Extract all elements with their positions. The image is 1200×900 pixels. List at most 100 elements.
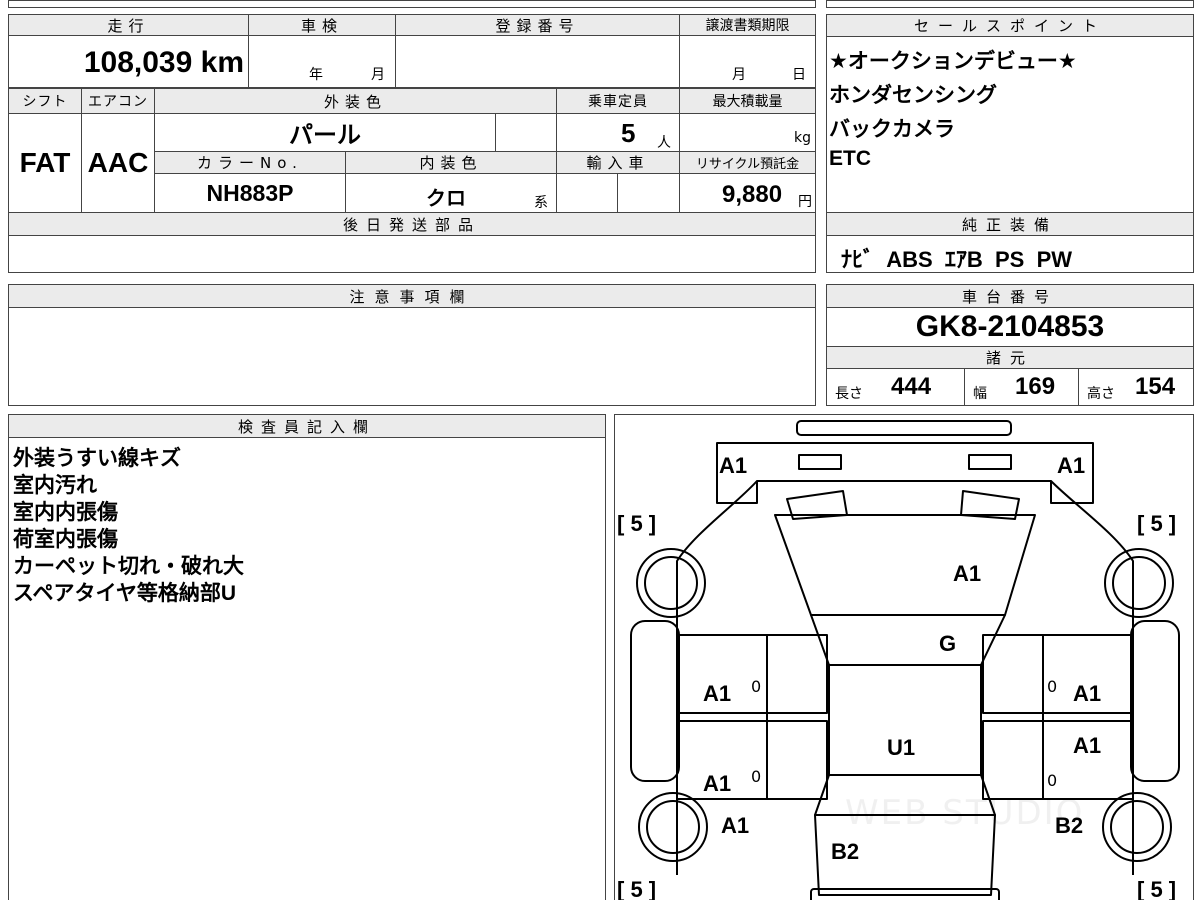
watermark: WEB STUDIO	[845, 793, 1085, 833]
specs-header: 諸元	[826, 346, 1194, 369]
exterior-color-header: 外装色	[154, 88, 557, 114]
chassis-cell: GK8-2104853	[826, 307, 1194, 347]
sales-point-3: バックカメラ	[829, 118, 955, 141]
rear-gate-grade: B2	[831, 839, 860, 864]
color-no-cell: NH883P	[154, 173, 346, 213]
wheel-rear-left	[638, 792, 708, 862]
import-cell-a	[556, 173, 618, 213]
spec-length-value: 444	[891, 373, 932, 400]
tread-front-right: [ 5 ]	[1137, 511, 1177, 536]
registration-cell	[395, 35, 680, 88]
rear-door-right-mark: 0	[1047, 771, 1058, 790]
registration-header: 登録番号	[395, 14, 680, 36]
front-door-right-grade: A1	[1073, 681, 1102, 706]
exterior-color-cell: パール	[154, 113, 496, 152]
rear-door-right-outline	[982, 720, 1134, 800]
spec-width-label: 幅	[973, 386, 987, 402]
inspector-body: 外装うすい線キズ 室内汚れ 室内内張傷 荷室内張傷 カーペット切れ・破れ大 スペ…	[8, 437, 606, 900]
interior-color-value: クロ	[426, 188, 466, 210]
front-door-left-outline	[676, 634, 828, 714]
inspector-header: 検査員記入欄	[8, 414, 606, 438]
import-cell-b	[617, 173, 680, 213]
transfer-doc-header: 譲渡書類期限	[679, 14, 816, 36]
shift-cell: FAT	[8, 113, 82, 213]
front-door-right-outline	[982, 634, 1134, 714]
inspection-month-unit: 月	[371, 67, 385, 83]
chassis-header: 車台番号	[826, 284, 1194, 308]
wheel-rear-right	[1102, 792, 1172, 862]
sales-points-header: セールスポイント	[826, 14, 1194, 37]
capacity-header: 乗車定員	[556, 88, 680, 114]
inspection-header: 車検	[248, 14, 396, 36]
exterior-color-value: パール	[289, 122, 361, 149]
wheel-front-left	[636, 548, 706, 618]
spec-length-cell: 長さ 444	[826, 368, 965, 406]
car-diagram-panel: WEB STUDIO [ 5 ] [ 5 ] [ 5 ] [ 5 ] A1 A1…	[614, 414, 1194, 900]
front-door-right-mark: 0	[1047, 677, 1058, 696]
spec-height-cell: 高さ 154	[1078, 368, 1194, 406]
spec-width-value: 169	[1015, 373, 1056, 400]
rear-fender-left-grade: A1	[721, 813, 750, 838]
clipped-top-strip	[8, 0, 816, 8]
sales-point-4: ETC	[829, 147, 871, 170]
later-parts-header: 後日発送部品	[8, 212, 816, 236]
max-load-cell: kg	[679, 113, 816, 152]
hood-outline	[774, 514, 1036, 616]
rear-door-right-grade: A1	[1073, 733, 1102, 758]
later-parts-cell	[8, 235, 816, 273]
color-no-value: NH883P	[206, 179, 294, 206]
genuine-equipment-value: ﾅﾋﾞ ABS ｴｱB PS PW	[841, 247, 1073, 272]
inspection-cell: 年 月	[248, 35, 396, 88]
max-load-header: 最大積載量	[679, 88, 816, 114]
mileage-cell: 108,039 km	[8, 35, 249, 88]
inspector-note-2: 室内汚れ	[13, 474, 97, 497]
sales-point-2: ホンダセンシング	[829, 84, 997, 107]
capacity-cell: 5 人	[556, 113, 680, 152]
inspector-note-5: カーペット切れ・破れ大	[13, 555, 244, 578]
chassis-value: GK8-2104853	[915, 310, 1105, 343]
clipped-right-strip	[826, 0, 1194, 8]
headlight-right	[968, 454, 1012, 470]
capacity-unit: 人	[657, 135, 671, 151]
color-no-header: カラーNo.	[154, 151, 346, 174]
capacity-value: 5	[621, 118, 636, 148]
exterior-color-extra-cell	[495, 113, 557, 152]
aircon-cell: AAC	[81, 113, 155, 213]
shift-header: シフト	[8, 88, 82, 114]
inspector-note-6: スペアタイヤ等格納部U	[13, 582, 237, 605]
front-body-outline	[716, 442, 1094, 504]
genuine-equipment-header: 純正装備	[826, 212, 1194, 236]
shift-value: FAT	[19, 147, 71, 178]
roof-grade: U1	[887, 735, 916, 760]
front-bumper-strip	[796, 420, 1012, 436]
mileage-header: 走行	[8, 14, 249, 36]
hood-grade: A1	[953, 561, 982, 586]
recycle-unit: 円	[798, 194, 812, 210]
spec-width-cell: 幅 169	[964, 368, 1079, 406]
notes-header: 注意事項欄	[8, 284, 816, 308]
rear-door-left-outline	[676, 720, 828, 800]
aircon-value: AAC	[87, 147, 149, 178]
rear-fender-right-grade: B2	[1055, 813, 1084, 838]
notes-body	[8, 307, 816, 406]
windshield-outline	[810, 614, 1006, 666]
transfer-doc-cell: 月 日	[679, 35, 816, 88]
genuine-equipment-cell: ﾅﾋﾞ ABS ｴｱB PS PW	[826, 235, 1194, 273]
mirror-right	[1130, 620, 1180, 782]
max-load-unit: kg	[794, 130, 811, 146]
sales-point-1: ★オークションデビュー★	[829, 50, 1077, 73]
front-bumper-left-grade: A1	[719, 453, 748, 478]
spec-height-label: 高さ	[1087, 386, 1115, 402]
sales-points-body: ★オークションデビュー★ ホンダセンシング バックカメラ ETC	[826, 36, 1194, 213]
tread-front-left: [ 5 ]	[617, 511, 657, 536]
tread-rear-right: [ 5 ]	[1137, 877, 1177, 900]
inspector-note-4: 荷室内張傷	[13, 528, 118, 551]
transfer-day-unit: 日	[792, 67, 806, 83]
inspector-note-1: 外装うすい線キズ	[13, 447, 181, 470]
front-door-left-grade: A1	[703, 681, 732, 706]
recycle-amount: 9,880	[722, 181, 783, 208]
mirror-left	[630, 620, 680, 782]
recycle-cell: 9,880 円	[679, 173, 816, 213]
interior-color-cell: クロ 系	[345, 173, 557, 213]
spec-length-label: 長さ	[835, 386, 863, 402]
